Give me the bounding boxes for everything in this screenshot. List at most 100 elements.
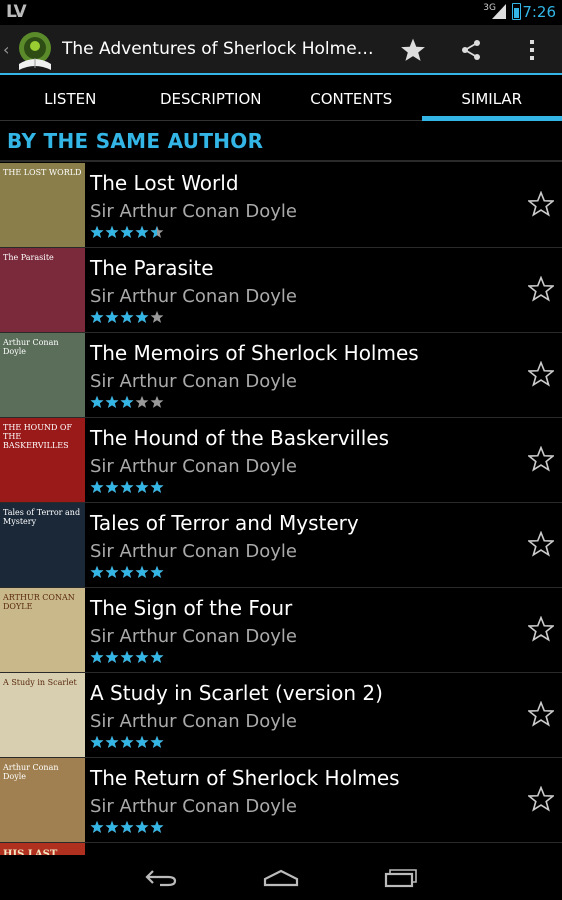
rating-star-icon <box>120 650 134 663</box>
recents-icon <box>384 869 417 888</box>
section-title: BY THE SAME AUTHOR <box>7 129 264 153</box>
book-author: Sir Arthur Conan Doyle <box>90 541 298 562</box>
book-cover-text: ARTHUR CONAN DOYLE <box>3 593 75 611</box>
book-list-item[interactable]: The Parasite The Parasite Sir Arthur Conan… <box>0 248 562 333</box>
navigation-bar <box>0 855 562 900</box>
tab-description[interactable]: DESCRIPTION <box>141 77 282 120</box>
rating-star-icon <box>105 395 119 408</box>
rating-stars <box>90 650 165 664</box>
favorite-star-icon[interactable] <box>528 191 554 217</box>
book-cover-text: Arthur Conan Doyle <box>3 338 59 356</box>
rating-star-icon <box>150 820 164 833</box>
back-icon <box>145 870 177 887</box>
book-list-item[interactable]: A Study in Scarlet A Study in Scarlet (ve… <box>0 673 562 758</box>
book-cover: The Parasite <box>0 248 85 332</box>
book-cover: HIS LAST BOW <box>0 843 85 855</box>
book-title: Tales of Terror and Mystery <box>90 511 359 535</box>
tab-similar[interactable]: SIMILAR <box>421 77 562 121</box>
rating-stars <box>90 395 165 409</box>
book-cover: THE LOST WORLD <box>0 163 85 247</box>
book-cover-text: THE HOUND OF THE BASKERVILLES <box>3 423 73 450</box>
star-icon <box>401 38 425 61</box>
favorite-star-icon[interactable] <box>528 616 554 642</box>
book-title: A Study in Scarlet (version 2) <box>90 681 383 705</box>
rating-stars <box>90 225 165 239</box>
rating-star-icon <box>105 650 119 663</box>
rating-star-icon <box>150 395 164 408</box>
book-title: The Lost World <box>90 171 239 195</box>
favorite-button[interactable] <box>393 30 433 70</box>
share-button[interactable] <box>451 30 491 70</box>
favorite-star-icon[interactable] <box>528 446 554 472</box>
rating-star-icon <box>135 480 149 493</box>
book-list-item[interactable]: Tales of Terror and Mystery Tales of Terr… <box>0 503 562 588</box>
rating-star-icon <box>90 735 104 748</box>
book-list-item[interactable]: Arthur Conan Doyle The Memoirs of Sherloc… <box>0 333 562 418</box>
favorite-star-icon[interactable] <box>528 361 554 387</box>
book-title: The Memoirs of Sherlock Holmes <box>90 341 419 365</box>
rating-star-icon <box>150 225 164 238</box>
book-list-item[interactable]: Arthur Conan Doyle The Return of Sherlock… <box>0 758 562 843</box>
rating-star-icon <box>105 480 119 493</box>
book-author: Sir Arthur Conan Doyle <box>90 286 298 307</box>
section-header: BY THE SAME AUTHOR <box>0 121 562 162</box>
rating-star-icon <box>135 565 149 578</box>
rating-star-icon <box>135 735 149 748</box>
rating-stars <box>90 310 165 324</box>
rating-star-icon <box>90 225 104 238</box>
rating-star-icon <box>150 735 164 748</box>
recents-button[interactable] <box>381 863 421 893</box>
app-logo-icon[interactable] <box>13 28 57 72</box>
rating-star-icon <box>135 225 149 238</box>
rating-star-icon <box>150 650 164 663</box>
book-author: Sir Arthur Conan Doyle <box>90 626 298 647</box>
book-cover: THE HOUND OF THE BASKERVILLES <box>0 418 85 502</box>
rating-star-icon <box>150 480 164 493</box>
rating-star-icon <box>135 310 149 323</box>
book-cover: Arthur Conan Doyle <box>0 333 85 417</box>
rating-star-icon <box>105 735 119 748</box>
rating-star-icon <box>120 565 134 578</box>
home-button[interactable] <box>261 863 301 893</box>
rating-star-icon <box>135 820 149 833</box>
home-icon <box>263 869 299 887</box>
rating-star-icon <box>90 650 104 663</box>
status-bar: LV 3G 7:26 <box>0 0 562 25</box>
book-author: Sir Arthur Conan Doyle <box>90 711 298 732</box>
book-author: Sir Arthur Conan Doyle <box>90 371 298 392</box>
book-title: The Parasite <box>90 256 214 280</box>
book-cover: A Study in Scarlet <box>0 673 85 757</box>
up-caret-icon[interactable]: ‹ <box>3 40 9 59</box>
rating-star-icon <box>120 310 134 323</box>
tab-listen[interactable]: LISTEN <box>0 77 141 120</box>
page-title: The Adventures of Sherlock Holmes (versi… <box>62 39 382 59</box>
book-list-item[interactable]: THE LOST WORLD The Lost World Sir Arthur C… <box>0 163 562 248</box>
book-cover-text: THE LOST WORLD <box>3 168 82 177</box>
favorite-star-icon[interactable] <box>528 701 554 727</box>
battery-icon <box>512 3 521 20</box>
rating-star-icon <box>120 480 134 493</box>
favorite-star-icon[interactable] <box>528 531 554 557</box>
favorite-star-icon[interactable] <box>528 276 554 302</box>
book-list-item[interactable]: ARTHUR CONAN DOYLE The Sign of the Four Si… <box>0 588 562 673</box>
book-cover-text: Tales of Terror and Mystery <box>3 508 81 526</box>
book-author: Sir Arthur Conan Doyle <box>90 201 298 222</box>
rating-star-icon <box>135 395 149 408</box>
book-list[interactable]: THE LOST WORLD The Lost World Sir Arthur C… <box>0 163 562 855</box>
rating-star-icon <box>90 820 104 833</box>
book-cover-text: Arthur Conan Doyle <box>3 763 59 781</box>
back-button[interactable] <box>141 863 181 893</box>
rating-star-icon <box>105 820 119 833</box>
favorite-star-icon[interactable] <box>528 786 554 812</box>
rating-stars <box>90 820 165 834</box>
tab-contents[interactable]: CONTENTS <box>281 77 422 120</box>
overflow-menu-button[interactable] <box>512 30 552 70</box>
book-cover-text: A Study in Scarlet <box>3 678 77 687</box>
book-list-item[interactable]: HIS LAST BOW <box>0 843 562 855</box>
book-author: Sir Arthur Conan Doyle <box>90 796 298 817</box>
book-cover-text: The Parasite <box>3 253 54 262</box>
signal-icon <box>492 4 506 19</box>
book-list-item[interactable]: THE HOUND OF THE BASKERVILLES The Hound o… <box>0 418 562 503</box>
book-title: The Hound of the Baskervilles <box>90 426 390 450</box>
book-cover: Arthur Conan Doyle <box>0 758 85 842</box>
